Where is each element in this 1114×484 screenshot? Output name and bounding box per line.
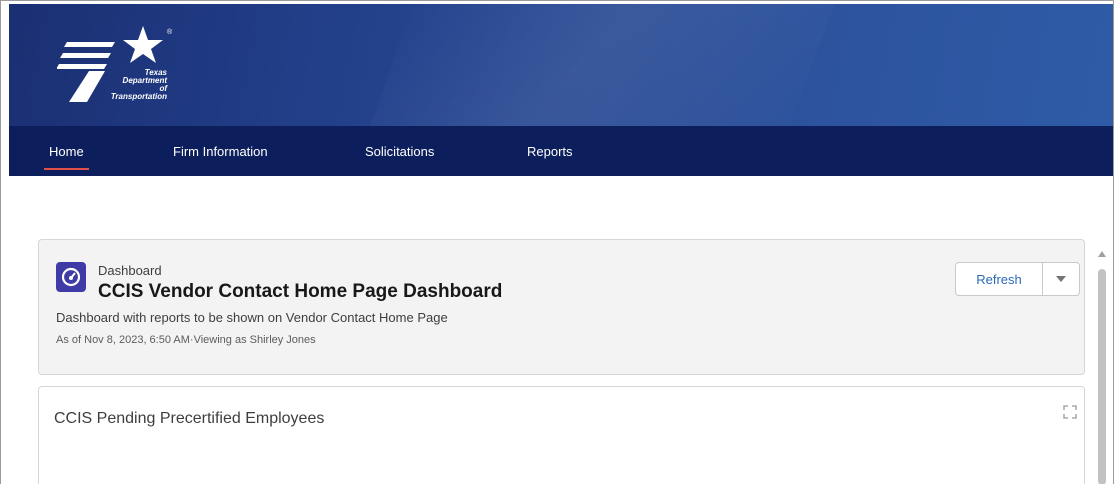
header-banner: ® Texas Department of Transportation [9,4,1113,126]
refresh-button[interactable]: Refresh [956,263,1043,295]
dashboard-description: Dashboard with reports to be shown on Ve… [56,310,448,325]
dashboard-timestamp: As of Nov 8, 2023, 6:50 AM·Viewing as Sh… [56,334,316,346]
gauge-icon [56,262,86,292]
main-content: Dashboard CCIS Vendor Contact Home Page … [9,176,1113,484]
app-frame: ® Texas Department of Transportation Hom… [0,0,1114,484]
report-card: CCIS Pending Precertified Employees [38,386,1085,484]
expand-icon[interactable] [1063,405,1077,419]
dashboard-header: Dashboard CCIS Vendor Contact Home Page … [38,239,1085,375]
logo-text: Texas Department of Transportation [110,68,167,101]
scroll-thumb[interactable] [1098,269,1106,484]
page-scrollbar[interactable] [1094,251,1110,484]
main-nav: Home Firm Information Solicitations Repo… [9,126,1113,176]
page-title: CCIS Vendor Contact Home Page Dashboard [98,281,503,302]
refresh-button-group: Refresh [955,262,1080,296]
chevron-down-icon [1056,276,1066,282]
nav-item-solicitations[interactable]: Solicitations [365,144,434,159]
more-actions-button[interactable] [1043,263,1079,295]
nav-item-reports[interactable]: Reports [527,144,573,159]
nav-item-firm-information[interactable]: Firm Information [173,144,268,159]
nav-item-home[interactable]: Home [44,144,89,170]
svg-text:®: ® [167,28,173,36]
scroll-up-arrow-icon[interactable] [1098,251,1106,257]
report-title: CCIS Pending Precertified Employees [54,410,325,427]
banner-sheen [348,4,850,126]
dashboard-type-label: Dashboard [98,263,162,278]
